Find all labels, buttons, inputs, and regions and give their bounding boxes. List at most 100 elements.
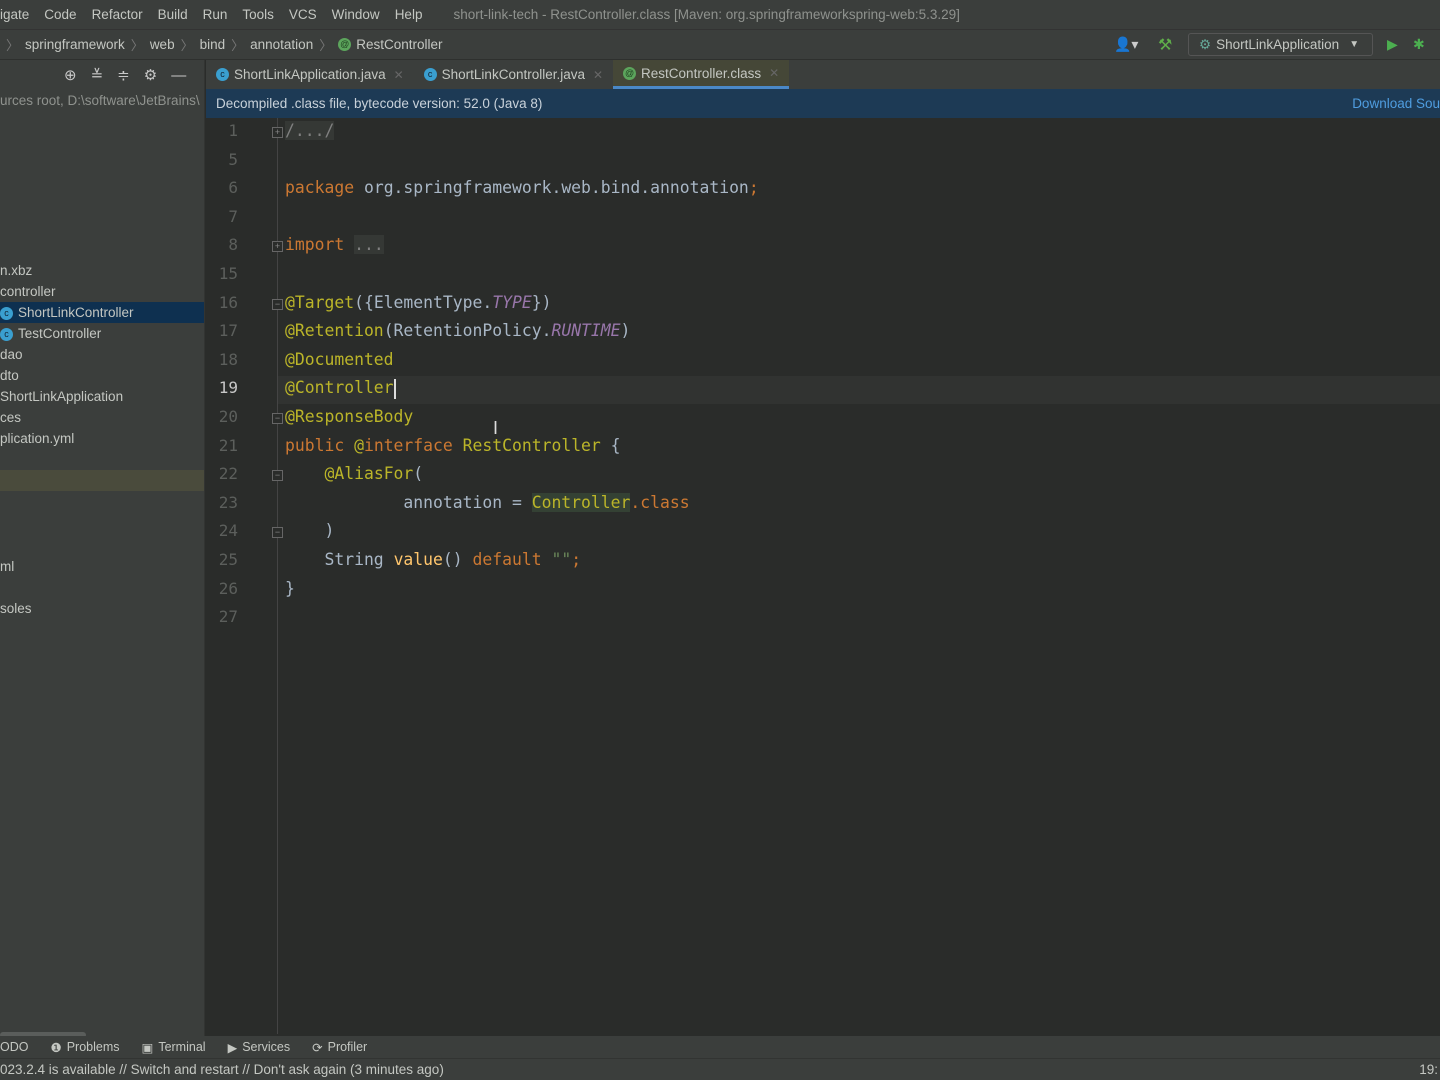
code-line[interactable]: annotation = Controller.class (285, 492, 690, 512)
fold-toggle-icon[interactable]: − (272, 470, 283, 482)
tab-shortlinkapplication[interactable]: c ShortLinkApplication.java ✕ (206, 60, 414, 89)
banner-text: Decompiled .class file, bytecode version… (216, 96, 543, 111)
annotation-icon: @ (623, 66, 637, 80)
tab-shortlinkcontroller[interactable]: c ShortLinkController.java ✕ (414, 60, 613, 89)
text-cursor-icon: I (493, 418, 499, 438)
code-token: annotation = (285, 492, 532, 512)
project-tree-item[interactable]: ces (0, 407, 204, 428)
project-root-hint: urces root, D:\software\JetBrains\ (0, 93, 200, 108)
status-message[interactable]: 023.2.4 is available // Switch and resta… (0, 1062, 444, 1077)
code-token: ... (354, 235, 384, 255)
project-tree-item[interactable]: c ShortLinkController (0, 302, 204, 323)
code-line[interactable]: @Documented (285, 350, 394, 369)
run-configuration-select[interactable]: ⚙ ShortLinkApplication ▼ (1188, 33, 1373, 56)
menu-code[interactable]: Code (44, 7, 76, 22)
tab-restcontroller[interactable]: @ RestController.class ✕ (613, 60, 790, 89)
code-line[interactable]: @AliasFor( (285, 464, 423, 483)
code-line[interactable]: } (285, 579, 295, 598)
annotation-icon: @ (338, 38, 352, 51)
project-tree-item[interactable] (0, 470, 204, 491)
code-line[interactable]: /.../ (285, 121, 335, 140)
menu-build[interactable]: Build (158, 7, 188, 22)
code-token: @Target (285, 292, 355, 312)
project-tree-item[interactable]: soles (0, 598, 204, 619)
tool-problems[interactable]: Problems (67, 1040, 120, 1054)
menu-tools[interactable]: Tools (242, 7, 274, 22)
code-line[interactable]: public @interface RestController { (285, 436, 621, 455)
collapse-all-icon[interactable]: ≑ (117, 66, 130, 84)
breadcrumb-restcontroller[interactable]: RestController (356, 37, 442, 52)
menu-window[interactable]: Window (332, 7, 380, 22)
close-icon[interactable]: ✕ (593, 68, 603, 82)
menu-navigate[interactable]: igate (0, 7, 29, 22)
caret-position[interactable]: 19: (1419, 1062, 1438, 1077)
line-number: 17 (218, 321, 238, 341)
hide-icon[interactable]: — (171, 67, 186, 84)
code-line[interactable]: @Target({ElementType.TYPE}) (285, 293, 551, 312)
project-tree-item[interactable]: ShortLinkApplication (0, 386, 204, 407)
menu-help[interactable]: Help (395, 7, 423, 22)
tool-services[interactable]: Services (242, 1040, 290, 1054)
project-tree-item[interactable]: dao (0, 344, 204, 365)
editor-tabs: c ShortLinkApplication.java ✕ c ShortLinkCo… (206, 60, 1440, 89)
project-tree-item[interactable]: n.xbz (0, 260, 204, 281)
code-line[interactable]: package org.springframework.web.bind.ann… (285, 178, 759, 197)
profiler-icon: ⟳ (312, 1040, 323, 1055)
line-number: 21 (218, 435, 238, 455)
code-token: import (285, 235, 355, 255)
line-number: 22 (218, 464, 238, 484)
gear-icon[interactable]: ⚙ (144, 66, 157, 84)
code-token: RUNTIME (551, 321, 621, 341)
project-tree-item[interactable]: dto (0, 365, 204, 386)
download-sources-link[interactable]: Download Sou (1352, 96, 1440, 111)
breadcrumb-bind[interactable]: bind (200, 37, 226, 52)
code-line[interactable]: @Controller (285, 378, 396, 399)
menu-refactor[interactable]: Refactor (92, 7, 143, 22)
fold-toggle-icon[interactable]: + (272, 241, 283, 253)
fold-toggle-icon[interactable]: + (272, 127, 283, 138)
user-icon[interactable]: 👤▾ (1114, 36, 1138, 53)
tool-profiler[interactable]: Profiler (328, 1040, 368, 1054)
code-line[interactable]: @Retention(RetentionPolicy.RUNTIME) (285, 321, 630, 340)
code-line[interactable]: ) (285, 521, 334, 540)
run-icon[interactable]: ▶ (1387, 36, 1398, 53)
chevron-down-icon: ▼ (1349, 39, 1360, 50)
fold-toggle-icon[interactable]: − (272, 527, 283, 539)
code-line[interactable]: import ... (285, 235, 384, 255)
spring-boot-icon: ⚙ (1199, 36, 1212, 52)
close-icon[interactable]: ✕ (394, 68, 404, 82)
fold-toggle-icon[interactable]: − (272, 413, 283, 424)
code-token: Controller (531, 492, 631, 512)
code-token: default (472, 550, 552, 569)
line-number: 8 (228, 235, 238, 255)
class-icon: c (423, 68, 437, 81)
tool-todo[interactable]: ODO (0, 1040, 28, 1054)
project-tree-item[interactable]: ml (0, 556, 204, 577)
code-line[interactable]: String value() default ""; (285, 550, 581, 569)
debug-bug-icon[interactable]: ✱ (1413, 36, 1425, 53)
tool-terminal[interactable]: Terminal (158, 1040, 205, 1054)
code-editor[interactable]: 1 +/.../5 6 package org.springframework.web… (206, 118, 1440, 1034)
code-token: @Controller (285, 378, 394, 398)
code-token: @Documented (285, 349, 394, 369)
code-line[interactable]: @ResponseBody (285, 407, 413, 426)
expand-all-icon[interactable]: ≚ (91, 66, 104, 84)
code-token: ; (571, 550, 582, 569)
project-tree-item[interactable]: plication.yml (0, 428, 204, 449)
project-tree-item[interactable]: c TestController (0, 323, 204, 344)
build-hammer-icon[interactable]: ⚒ (1158, 35, 1172, 55)
breadcrumb-web[interactable]: web (150, 37, 175, 52)
breadcrumb-annotation[interactable]: annotation (250, 37, 313, 52)
current-line-highlight (278, 376, 1440, 405)
locate-icon[interactable]: ⊕ (64, 66, 77, 84)
breadcrumb-springframework[interactable]: springframework (25, 37, 125, 52)
menu-vcs[interactable]: VCS (289, 7, 317, 22)
code-token: @AliasFor (324, 464, 414, 484)
close-icon[interactable]: ✕ (769, 66, 779, 80)
problems-icon: ❶ (50, 1040, 62, 1055)
project-tree-item[interactable]: controller (0, 281, 204, 302)
fold-toggle-icon[interactable]: − (272, 298, 283, 310)
menu-run[interactable]: Run (203, 7, 228, 22)
code-token: public (285, 435, 355, 455)
